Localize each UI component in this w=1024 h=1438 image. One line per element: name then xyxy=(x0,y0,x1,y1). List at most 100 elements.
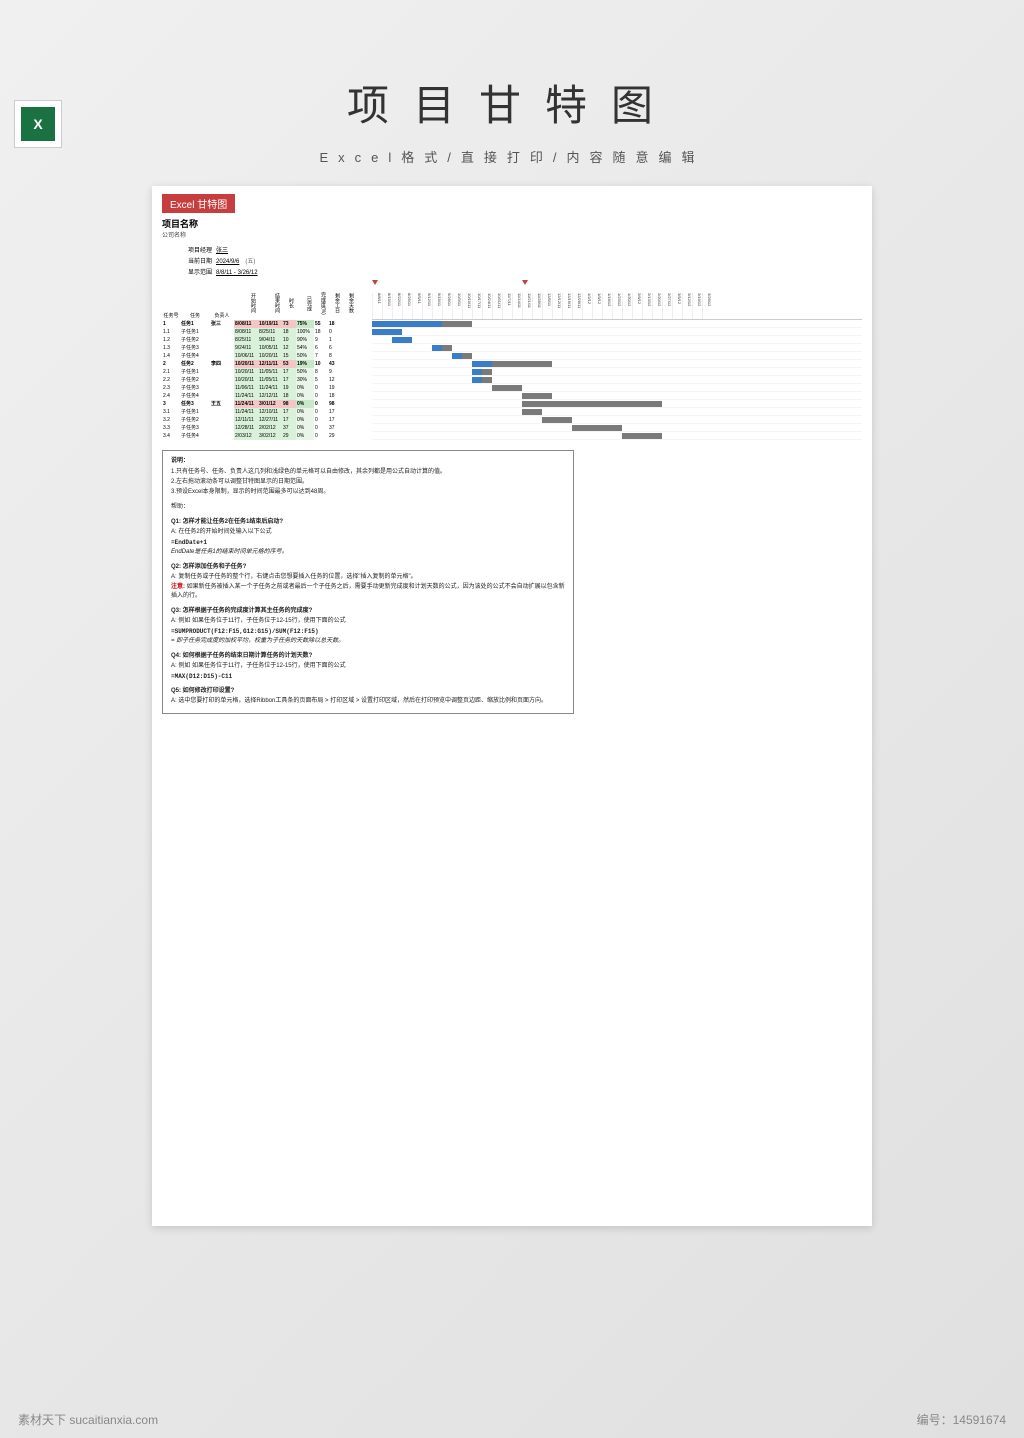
cell-end: 12/27/11 xyxy=(258,416,282,424)
cell-owner: 张三 xyxy=(210,320,234,328)
timeline-date: 8/29/11 xyxy=(402,293,412,319)
cell-start: 12/11/11 xyxy=(234,416,258,424)
instructions-box: 说明： 1.只有任务号、任务、负责人这几列和浅绿色的单元格可以自由修改，其余列都… xyxy=(162,450,574,714)
cell-cd: 18 xyxy=(328,320,342,328)
table-row: 2.1子任务110/20/1111/05/111750%89 xyxy=(162,368,372,376)
cell-owner xyxy=(210,408,234,416)
cell-cd: 12 xyxy=(328,376,342,384)
gantt-row xyxy=(372,392,862,400)
cell-wd: 6 xyxy=(314,344,328,352)
gantt-row xyxy=(372,336,862,344)
cell-pct: 0% xyxy=(296,408,314,416)
table-row: 3.4子任务42/03/123/02/12290%029 xyxy=(162,432,372,440)
timeline-date: 2/27/12 xyxy=(662,293,672,319)
intro-2: 2.左右拖动滚动条可以调整甘特图显示的日期范围。 xyxy=(171,478,565,487)
timeline-date: 10/10/11 xyxy=(462,293,472,319)
cell-pct: 0% xyxy=(296,416,314,424)
cell-task: 子任务1 xyxy=(180,328,210,336)
timeline-date: 3/12/12 xyxy=(682,293,692,319)
cell-cd: 9 xyxy=(328,368,342,376)
timeline-date: 9/5/11 xyxy=(412,293,422,319)
cell-end: 8/25/11 xyxy=(258,328,282,336)
gantt-row xyxy=(372,400,862,408)
help-label: 帮助： xyxy=(171,503,565,512)
timeline-header: 8/8/118/15/118/22/118/29/119/5/119/12/11… xyxy=(372,284,862,320)
gantt-row xyxy=(372,352,862,360)
cell-end: 3/02/12 xyxy=(258,432,282,440)
cell-num: 2.2 xyxy=(162,376,180,384)
company-name: 公司名称 xyxy=(162,230,862,239)
timeline-date: 1/23/12 xyxy=(612,293,622,319)
slider-handle-right[interactable] xyxy=(522,280,528,285)
gantt-bar xyxy=(522,393,552,399)
faq-answer: A: 选中您要打印的单元格，选择Ribbon工具条的页面布局 > 打印区域 > … xyxy=(171,697,565,706)
cell-dur: 73 xyxy=(282,320,296,328)
manager-value: 张三 xyxy=(216,248,228,254)
cell-pct: 0% xyxy=(296,432,314,440)
timeline-date: 2/20/12 xyxy=(652,293,662,319)
faq-answer: A: 在任务2的开始时间处输入以下公式 xyxy=(171,528,565,537)
gantt-bar-done xyxy=(392,337,412,343)
table-row: 2.4子任务411/24/1112/12/11180%018 xyxy=(162,392,372,400)
cell-pct: 100% xyxy=(296,328,314,336)
col-wd: 剩余工日 xyxy=(328,286,342,320)
cell-start: 12/28/11 xyxy=(234,424,258,432)
col-pct: 完成度(%) xyxy=(314,286,328,320)
cell-wd: 0 xyxy=(314,408,328,416)
timeline-date: 1/2/12 xyxy=(582,293,592,319)
timeline-date: 11/28/11 xyxy=(532,293,542,319)
faq-warning: 注意: 如果新任务被插入某一个子任务之前或者最后一个子任务之后，需要手动更新完成… xyxy=(171,583,565,601)
cell-owner: 李四 xyxy=(210,360,234,368)
cell-task: 子任务1 xyxy=(180,408,210,416)
cell-wd: 8 xyxy=(314,368,328,376)
cell-wd: 0 xyxy=(314,432,328,440)
cell-pct: 0% xyxy=(296,384,314,392)
cell-wd: 0 xyxy=(314,392,328,400)
table-row: 1任务1张三8/08/1110/19/117375%5518 xyxy=(162,320,372,328)
cell-owner xyxy=(210,432,234,440)
cell-dur: 17 xyxy=(282,368,296,376)
cell-dur: 19 xyxy=(282,384,296,392)
gantt-bar-done xyxy=(472,361,492,367)
slider-handle-left[interactable] xyxy=(372,280,378,285)
cell-wd: 10 xyxy=(314,360,328,368)
timeline-date: 1/9/12 xyxy=(592,293,602,319)
cell-pct: 19% xyxy=(296,360,314,368)
cell-num: 3 xyxy=(162,400,180,408)
cell-num: 1.3 xyxy=(162,344,180,352)
timeline-date: 8/8/11 xyxy=(372,293,382,319)
cell-cd: 98 xyxy=(328,400,342,408)
cell-num: 3.4 xyxy=(162,432,180,440)
intro-1: 1.只有任务号、任务、负责人这几列和浅绿色的单元格可以自由修改，其余列都是用公式… xyxy=(171,468,565,477)
cell-dur: 98 xyxy=(282,400,296,408)
col-end: 结束时间 xyxy=(258,286,282,320)
cell-pct: 50% xyxy=(296,368,314,376)
cell-cd: 43 xyxy=(328,360,342,368)
col-task: 任务 xyxy=(180,311,210,320)
cell-num: 2.1 xyxy=(162,368,180,376)
timeline-date: 3/26/12 xyxy=(702,293,712,319)
cell-end: 12/12/11 xyxy=(258,392,282,400)
gantt-bar xyxy=(522,401,662,407)
table-row: 2.2子任务210/20/1111/05/111730%512 xyxy=(162,376,372,384)
timeline-date: 11/14/11 xyxy=(512,293,522,319)
cell-end: 10/05/11 xyxy=(258,344,282,352)
cell-start: 11/24/11 xyxy=(234,408,258,416)
cell-pct: 50% xyxy=(296,352,314,360)
col-start: 开始时间 xyxy=(234,286,258,320)
cell-end: 12/11/11 xyxy=(258,360,282,368)
timeline-date: 12/12/11 xyxy=(552,293,562,319)
table-header-row: 任务号 任务 负责人 开始时间 结束时间 时长 已完成 完成度(%) 剩余工日 … xyxy=(162,284,372,320)
timeline-date: 9/19/11 xyxy=(432,293,442,319)
timeline-date: 1/16/12 xyxy=(602,293,612,319)
excel-file-icon xyxy=(14,100,62,148)
cell-num: 2.3 xyxy=(162,384,180,392)
timeline-date: 8/15/11 xyxy=(382,293,392,319)
range-slider[interactable] xyxy=(372,280,862,284)
cell-task: 子任务2 xyxy=(180,336,210,344)
range-value: 8/8/11 - 3/26/12 xyxy=(216,270,258,276)
timeline-date: 11/7/11 xyxy=(502,293,512,319)
project-title: 项目名称 xyxy=(162,217,862,230)
cell-owner xyxy=(210,416,234,424)
cell-dur: 17 xyxy=(282,408,296,416)
